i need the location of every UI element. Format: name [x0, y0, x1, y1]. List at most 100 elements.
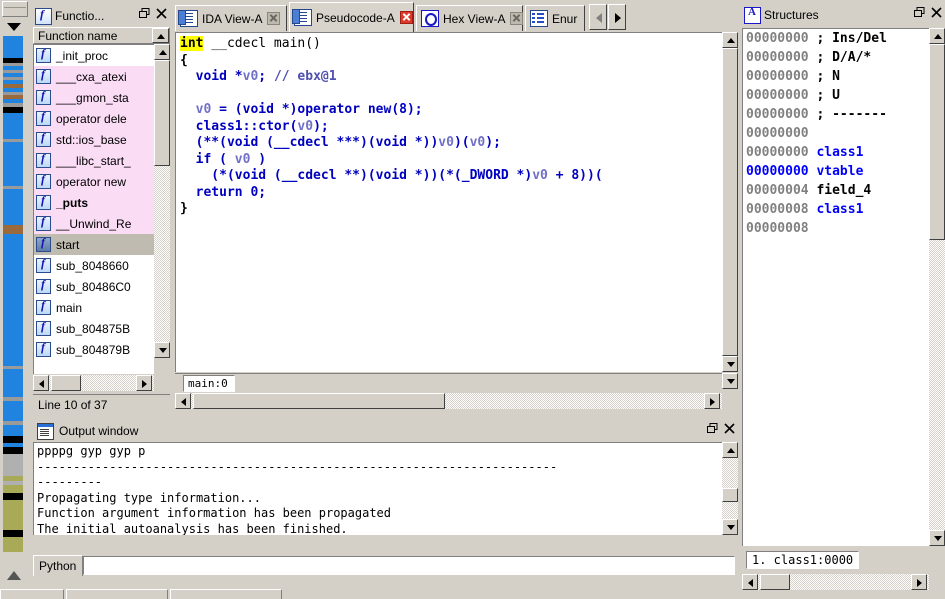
- structures-row[interactable]: 00000000 ; U: [743, 86, 929, 105]
- function-list-item[interactable]: operator new: [34, 171, 154, 192]
- structures-row[interactable]: 00000008: [743, 219, 929, 238]
- function-list-item[interactable]: start: [34, 234, 154, 255]
- sort-ascending-icon[interactable]: [152, 28, 169, 43]
- navigator-segment[interactable]: [3, 436, 23, 443]
- function-list-item[interactable]: sub_804875B: [34, 318, 154, 339]
- function-list-item[interactable]: _puts: [34, 192, 154, 213]
- function-list-item[interactable]: std::ios_base: [34, 129, 154, 150]
- python-input[interactable]: [84, 556, 734, 574]
- functions-restore-button[interactable]: [136, 8, 152, 24]
- structures-row[interactable]: 00000000 ; Ins/Del: [743, 29, 929, 48]
- tab-enur[interactable]: Enur: [525, 5, 585, 31]
- function-list-item[interactable]: _init_proc: [34, 45, 154, 66]
- structures-row[interactable]: 00000000: [743, 124, 929, 143]
- structures-hscrollbar[interactable]: [742, 574, 945, 590]
- output-vscrollbar[interactable]: [722, 442, 738, 535]
- tab-close-icon[interactable]: [399, 11, 413, 24]
- structures-vscrollbar[interactable]: [929, 28, 945, 546]
- tab-scroll-right-button[interactable]: [608, 4, 626, 30]
- navigator-segment[interactable]: [3, 454, 23, 476]
- output-restore-button[interactable]: [704, 423, 720, 439]
- structures-row[interactable]: 00000000 ; -------: [743, 105, 929, 124]
- output-vscroll-thumb[interactable]: [722, 488, 738, 502]
- tab-close-icon[interactable]: [510, 12, 524, 25]
- function-list-item[interactable]: sub_804879B: [34, 339, 154, 360]
- navigator-segment[interactable]: [3, 500, 23, 530]
- functions-scroll-right-button[interactable]: [136, 375, 152, 391]
- navigator-segment[interactable]: [3, 537, 23, 552]
- output-scroll-down-button[interactable]: [722, 519, 738, 535]
- output-scroll-up-button[interactable]: [722, 442, 738, 458]
- functions-list-vscrollbar[interactable]: [154, 44, 170, 358]
- pseudocode-hscrollbar[interactable]: [175, 393, 738, 409]
- structures-scroll-down-button[interactable]: [929, 530, 945, 546]
- function-list-item[interactable]: operator dele: [34, 108, 154, 129]
- navigator-segment[interactable]: [3, 485, 23, 493]
- tab-hex-view-a[interactable]: Hex View-A: [416, 5, 524, 31]
- navigator-segment[interactable]: [3, 36, 23, 58]
- function-list-item[interactable]: sub_80486C0: [34, 276, 154, 297]
- function-list-item[interactable]: main: [34, 297, 154, 318]
- structures-row[interactable]: 00000000 class1: [743, 143, 929, 162]
- functions-list[interactable]: _init_proc ___cxa_atexi ___gmon_staoperato…: [33, 44, 154, 374]
- output-close-button[interactable]: [721, 423, 737, 439]
- structures-restore-button[interactable]: [911, 7, 927, 23]
- pseudocode-scroll-right-button[interactable]: [704, 393, 720, 409]
- functions-list-hscrollbar[interactable]: [33, 375, 170, 391]
- function-list-item[interactable]: ___gmon_sta: [34, 87, 154, 108]
- nav-up-arrow-icon[interactable]: [2, 18, 26, 34]
- navigator-segment[interactable]: [3, 425, 23, 436]
- structures-hscroll-thumb[interactable]: [760, 574, 790, 590]
- function-list-item-label: std::ios_base: [56, 132, 127, 147]
- structures-scroll-right-button[interactable]: [911, 574, 927, 590]
- structures-row[interactable]: 00000000 ; N: [743, 67, 929, 86]
- navigator-segment[interactable]: [3, 189, 23, 225]
- tab-ida-view-a[interactable]: IDA View-A: [175, 5, 287, 31]
- structures-scroll-up-button[interactable]: [929, 28, 945, 44]
- function-list-item[interactable]: ___cxa_atexi: [34, 66, 154, 87]
- structures-row[interactable]: 00000000 vtable: [743, 162, 929, 181]
- functions-scroll-down-button[interactable]: [154, 342, 170, 358]
- function-list-item[interactable]: ___libc_start_: [34, 150, 154, 171]
- structures-list[interactable]: 00000000 ; Ins/Del 00000000 ; D/A/* 000000…: [742, 28, 929, 546]
- functions-scroll-left-button[interactable]: [33, 375, 49, 391]
- pseudocode-vscrollbar[interactable]: [722, 32, 738, 372]
- pseudocode-scroll-left-button[interactable]: [175, 393, 191, 409]
- functions-vscroll-thumb[interactable]: [154, 60, 170, 166]
- functions-close-button[interactable]: [153, 8, 169, 24]
- structures-row[interactable]: 00000000 ; D/A/*: [743, 48, 929, 67]
- structures-close-button[interactable]: [928, 7, 944, 23]
- function-list-item[interactable]: __Unwind_Re: [34, 213, 154, 234]
- navigator-segment[interactable]: [3, 225, 23, 234]
- navigator-segment[interactable]: [3, 493, 23, 500]
- tab-scroll-left-button[interactable]: [589, 4, 607, 30]
- functions-window-titlebar: Functio...: [33, 5, 170, 27]
- pseudocode-pane[interactable]: int __cdecl main(){ void *v0; // ebx@1 v…: [175, 32, 722, 372]
- python-input-wrapper[interactable]: [83, 555, 735, 575]
- navigator-segment[interactable]: [3, 530, 23, 537]
- navigator-band[interactable]: [3, 36, 23, 552]
- output-log-pane[interactable]: ppppg gyp gyp p ------------------------…: [33, 442, 722, 535]
- pseudocode-scroll-up-button[interactable]: [722, 32, 738, 48]
- pseudocode-hscroll-thumb[interactable]: [193, 393, 445, 409]
- navigator-segment[interactable]: [3, 447, 23, 454]
- navigator-segment[interactable]: [3, 401, 23, 421]
- navigator-segment[interactable]: [3, 142, 23, 186]
- functions-scroll-up-button[interactable]: [154, 44, 170, 60]
- function-list-item[interactable]: sub_8048660: [34, 255, 154, 276]
- nav-down-arrow-icon[interactable]: [2, 567, 26, 585]
- structures-scroll-left-button[interactable]: [742, 574, 758, 590]
- tab-close-icon[interactable]: [267, 12, 281, 25]
- navigator-segment[interactable]: [3, 234, 23, 366]
- pseudocode-scroll-down-button[interactable]: [722, 356, 738, 372]
- functions-column-header[interactable]: Function name: [33, 27, 170, 44]
- tab-pseudocode-a[interactable]: Pseudocode-A: [289, 2, 414, 32]
- functions-hscroll-thumb[interactable]: [51, 375, 81, 391]
- pseudocode-vscroll-thumb[interactable]: [722, 48, 738, 356]
- structures-row[interactable]: 00000008 class1: [743, 200, 929, 219]
- navigator-segment[interactable]: [3, 113, 23, 139]
- navigator-segment[interactable]: [3, 369, 23, 397]
- structures-vscroll-thumb[interactable]: [929, 44, 945, 240]
- pseudocode-status-dropdown-button[interactable]: [722, 373, 738, 389]
- structures-row[interactable]: 00000004 field_4: [743, 181, 929, 200]
